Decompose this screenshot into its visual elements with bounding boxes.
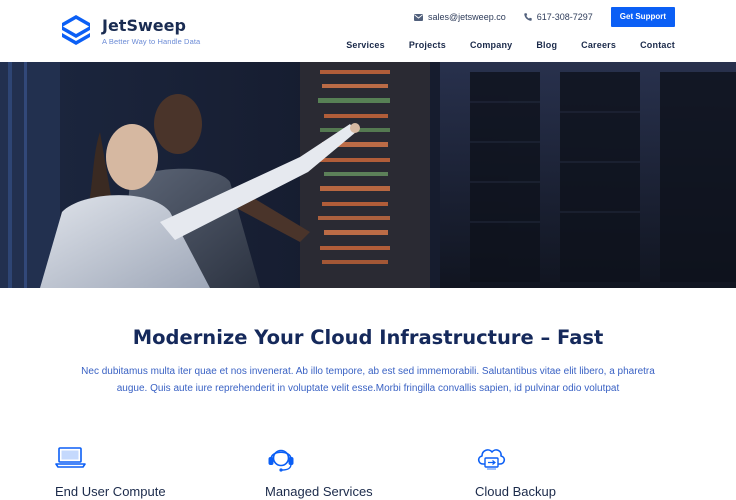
service-label: Cloud Backup [475,484,556,499]
stacked-chevrons-logo-icon [62,15,90,45]
nav-projects[interactable]: Projects [409,40,446,50]
service-managed-services[interactable]: Managed Services [265,442,445,499]
email-link[interactable]: sales@jetsweep.co [414,12,506,22]
service-label: Managed Services [265,484,373,499]
nav-blog[interactable]: Blog [536,40,557,50]
email-text: sales@jetsweep.co [428,12,506,22]
laptop-icon [55,447,86,468]
cloud-backup-icon [477,449,506,470]
contact-bar: sales@jetsweep.co 617-308-7297 Get Suppo… [414,7,736,27]
intro-line-2: augue. Quis aute iure reprehenderit in v… [116,383,620,394]
intro-heading: Modernize Your Cloud Infrastructure – Fa… [132,326,604,349]
nav-company[interactable]: Company [470,40,512,50]
intro-line-1: Nec dubitamus multa iter quae et nos inv… [81,366,655,377]
phone-icon [524,13,532,21]
service-end-user-compute[interactable]: End User Compute [55,442,235,499]
envelope-icon [414,13,424,21]
intro-paragraph: Nec dubitamus multa iter quae et nos inv… [55,363,681,397]
phone-link[interactable]: 617-308-7297 [524,12,593,22]
get-support-button[interactable]: Get Support [610,7,675,27]
nav-services[interactable]: Services [346,40,385,50]
nav-careers[interactable]: Careers [581,40,616,50]
brand-tagline: A Better Way to Handle Data [102,37,201,46]
hero-image [0,62,736,288]
service-label: End User Compute [55,484,166,499]
server-room-photo [0,62,736,288]
phone-text: 617-308-7297 [536,12,593,22]
service-cloud-backup[interactable]: Cloud Backup [475,442,655,499]
main-nav: Services Projects Company Blog Careers C… [346,40,675,50]
brand-name: JetSweep [102,16,186,35]
brand-logo[interactable]: JetSweep A Better Way to Handle Data [60,14,200,46]
site-header: JetSweep A Better Way to Handle Data sal… [0,0,736,62]
headset-icon [268,449,294,472]
nav-contact[interactable]: Contact [640,40,675,50]
